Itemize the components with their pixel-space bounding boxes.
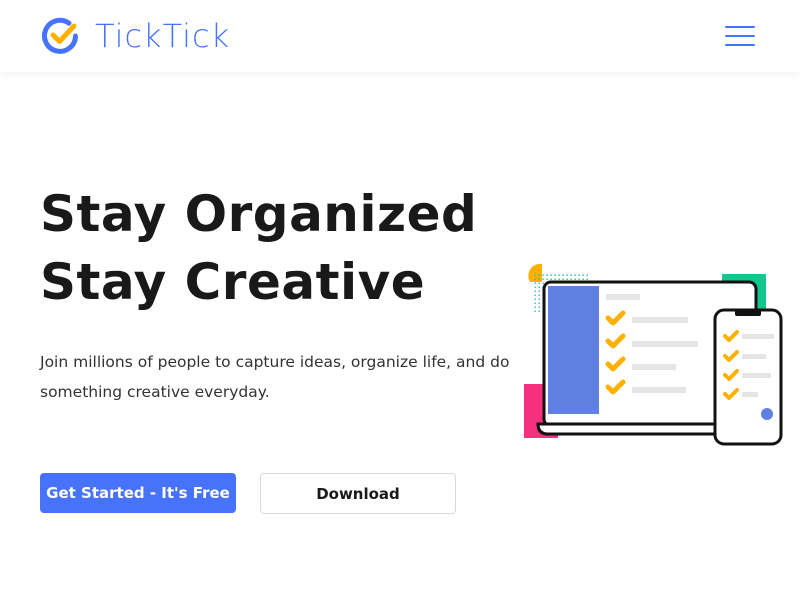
devices-checklist-illustration (524, 263, 783, 446)
get-started-button[interactable]: Get Started - It's Free (40, 473, 236, 513)
hero-title-line-2: Stay Creative (40, 253, 426, 311)
download-button[interactable]: Download (260, 473, 456, 514)
hero-description: Join millions of people to capture ideas… (40, 353, 510, 401)
hamburger-menu-icon[interactable] (725, 26, 755, 46)
hero-title: Stay Organized Stay Creative (40, 180, 477, 316)
brand-logo[interactable]: TickTick (40, 16, 230, 56)
ticktick-logo-icon (42, 17, 78, 54)
hero-title-line-1: Stay Organized (40, 185, 478, 243)
brand-wordmark: TickTick (95, 17, 231, 55)
site-header: TickTick (0, 0, 800, 72)
